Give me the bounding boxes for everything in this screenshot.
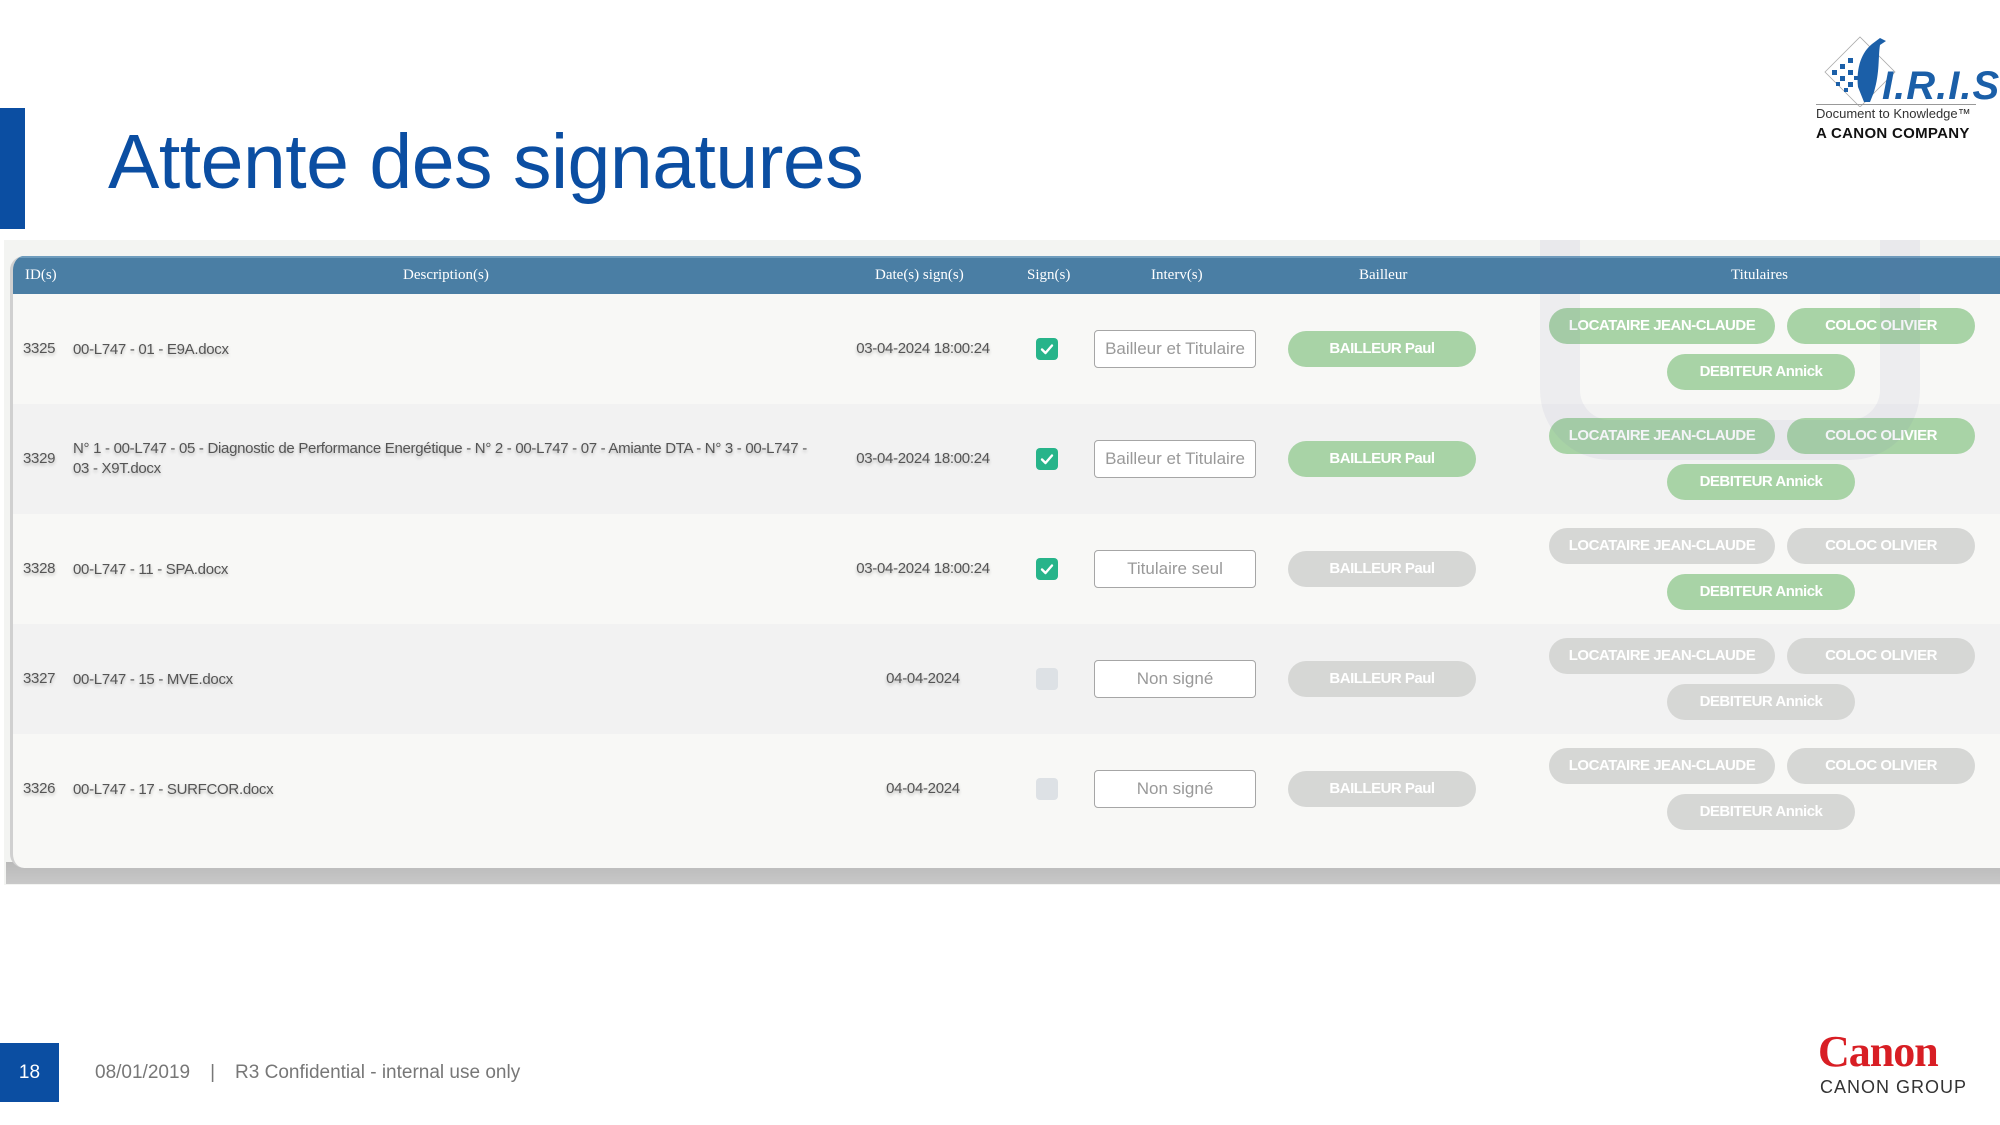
bailleur-pill[interactable]: BAILLEUR Paul bbox=[1288, 771, 1476, 807]
title-accent-bar bbox=[0, 108, 25, 229]
column-header-titulaires[interactable]: Titulaires bbox=[1731, 267, 1788, 284]
canon-wordmark: Canon bbox=[1818, 1027, 1939, 1076]
column-header-interv[interactable]: Interv(s) bbox=[1151, 267, 1203, 284]
signed-checkbox[interactable] bbox=[1036, 778, 1058, 800]
interv-field[interactable]: Non signé bbox=[1094, 660, 1256, 698]
row-id: 3327 bbox=[23, 670, 56, 687]
page-title: Attente des signatures bbox=[108, 119, 864, 205]
iris-logo: I.R.I.S. Document to Knowledge™ A CANON … bbox=[1812, 32, 2000, 147]
checkmark-icon bbox=[1040, 344, 1054, 355]
signed-checkbox[interactable] bbox=[1036, 448, 1058, 470]
table-row[interactable]: 3326 00-L747 - 17 - SURFCOR.docx 04-04-202… bbox=[13, 734, 2000, 844]
table-row[interactable]: 3325 00-L747 - 01 - E9A.docx 03-04-2024 18… bbox=[13, 294, 2000, 404]
row-id: 3329 bbox=[23, 450, 56, 467]
bailleur-pill[interactable]: BAILLEUR Paul bbox=[1288, 661, 1476, 697]
page-number: 18 bbox=[0, 1043, 59, 1102]
titulaire-locataire-pill[interactable]: LOCATAIRE JEAN-CLAUDE bbox=[1549, 528, 1775, 564]
table-row[interactable]: 3329 N° 1 - 00-L747 - 05 - Diagnostic de … bbox=[13, 404, 2000, 514]
titulaire-locataire-pill[interactable]: LOCATAIRE JEAN-CLAUDE bbox=[1549, 638, 1775, 674]
interv-field[interactable]: Non signé bbox=[1094, 770, 1256, 808]
table-header: ID(s) Description(s) Date(s) sign(s) Sig… bbox=[13, 256, 2000, 294]
titulaire-locataire-pill[interactable]: LOCATAIRE JEAN-CLAUDE bbox=[1549, 308, 1775, 344]
table-row[interactable]: 3328 00-L747 - 11 - SPA.docx 03-04-2024 18… bbox=[13, 514, 2000, 624]
table-row[interactable]: 3327 00-L747 - 15 - MVE.docx 04-04-2024 Non… bbox=[13, 624, 2000, 734]
row-description[interactable]: 00-L747 - 11 - SPA.docx bbox=[73, 560, 813, 580]
checkmark-icon bbox=[1040, 564, 1054, 575]
column-header-signed[interactable]: Sign(s) bbox=[1027, 267, 1070, 284]
iris-company-line: A CANON COMPANY bbox=[1816, 125, 1970, 142]
row-sign-date: 03-04-2024 18:00:24 bbox=[856, 560, 990, 577]
footer-separator: | bbox=[210, 1062, 216, 1083]
row-description[interactable]: 00-L747 - 01 - E9A.docx bbox=[73, 340, 813, 360]
row-id: 3326 bbox=[23, 780, 56, 797]
signed-checkbox[interactable] bbox=[1036, 668, 1058, 690]
titulaire-coloc-pill[interactable]: COLOC OLIVIER bbox=[1787, 418, 1975, 454]
row-description[interactable]: 00-L747 - 15 - MVE.docx bbox=[73, 670, 813, 690]
interv-field[interactable]: Bailleur et Titulaire bbox=[1094, 440, 1256, 478]
iris-wordmark: I.R.I.S. bbox=[1882, 64, 2000, 108]
row-id: 3328 bbox=[23, 560, 56, 577]
row-description[interactable]: 00-L747 - 17 - SURFCOR.docx bbox=[73, 780, 813, 800]
footer: 08/01/2019 | R3 Confidential - internal us… bbox=[95, 1062, 520, 1084]
footer-confidential: R3 Confidential - internal use only bbox=[235, 1062, 521, 1083]
row-sign-date: 04-04-2024 bbox=[886, 670, 960, 687]
bailleur-pill[interactable]: BAILLEUR Paul bbox=[1288, 441, 1476, 477]
signed-checkbox[interactable] bbox=[1036, 338, 1058, 360]
titulaire-debiteur-pill[interactable]: DEBITEUR Annick bbox=[1667, 684, 1855, 720]
bailleur-pill[interactable]: BAILLEUR Paul bbox=[1288, 331, 1476, 367]
checkmark-icon bbox=[1040, 454, 1054, 465]
canon-logo: Canon CANON GROUP bbox=[1818, 1030, 1968, 1098]
titulaire-coloc-pill[interactable]: COLOC OLIVIER bbox=[1787, 748, 1975, 784]
row-sign-date: 03-04-2024 18:00:24 bbox=[856, 450, 990, 467]
signed-checkbox[interactable] bbox=[1036, 558, 1058, 580]
signatures-table: ID(s) Description(s) Date(s) sign(s) Sig… bbox=[10, 256, 2000, 868]
bailleur-pill[interactable]: BAILLEUR Paul bbox=[1288, 551, 1476, 587]
titulaire-coloc-pill[interactable]: COLOC OLIVIER bbox=[1787, 308, 1975, 344]
column-header-date[interactable]: Date(s) sign(s) bbox=[875, 267, 964, 284]
column-header-bailleur[interactable]: Bailleur bbox=[1359, 267, 1407, 284]
row-description[interactable]: N° 1 - 00-L747 - 05 - Diagnostic de Perf… bbox=[73, 439, 813, 479]
titulaire-coloc-pill[interactable]: COLOC OLIVIER bbox=[1787, 528, 1975, 564]
row-sign-date: 03-04-2024 18:00:24 bbox=[856, 340, 990, 357]
canon-group-text: CANON GROUP bbox=[1820, 1077, 1968, 1097]
interv-field[interactable]: Bailleur et Titulaire bbox=[1094, 330, 1256, 368]
row-id: 3325 bbox=[23, 340, 56, 357]
column-header-id[interactable]: ID(s) bbox=[25, 267, 57, 284]
titulaire-debiteur-pill[interactable]: DEBITEUR Annick bbox=[1667, 794, 1855, 830]
column-header-description[interactable]: Description(s) bbox=[403, 267, 489, 284]
iris-tagline: Document to Knowledge™ bbox=[1816, 104, 1976, 121]
row-sign-date: 04-04-2024 bbox=[886, 780, 960, 797]
titulaire-locataire-pill[interactable]: LOCATAIRE JEAN-CLAUDE bbox=[1549, 748, 1775, 784]
interv-field[interactable]: Titulaire seul bbox=[1094, 550, 1256, 588]
titulaire-debiteur-pill[interactable]: DEBITEUR Annick bbox=[1667, 574, 1855, 610]
titulaire-coloc-pill[interactable]: COLOC OLIVIER bbox=[1787, 638, 1975, 674]
footer-date: 08/01/2019 bbox=[95, 1062, 191, 1083]
titulaire-debiteur-pill[interactable]: DEBITEUR Annick bbox=[1667, 464, 1855, 500]
titulaire-locataire-pill[interactable]: LOCATAIRE JEAN-CLAUDE bbox=[1549, 418, 1775, 454]
titulaire-debiteur-pill[interactable]: DEBITEUR Annick bbox=[1667, 354, 1855, 390]
